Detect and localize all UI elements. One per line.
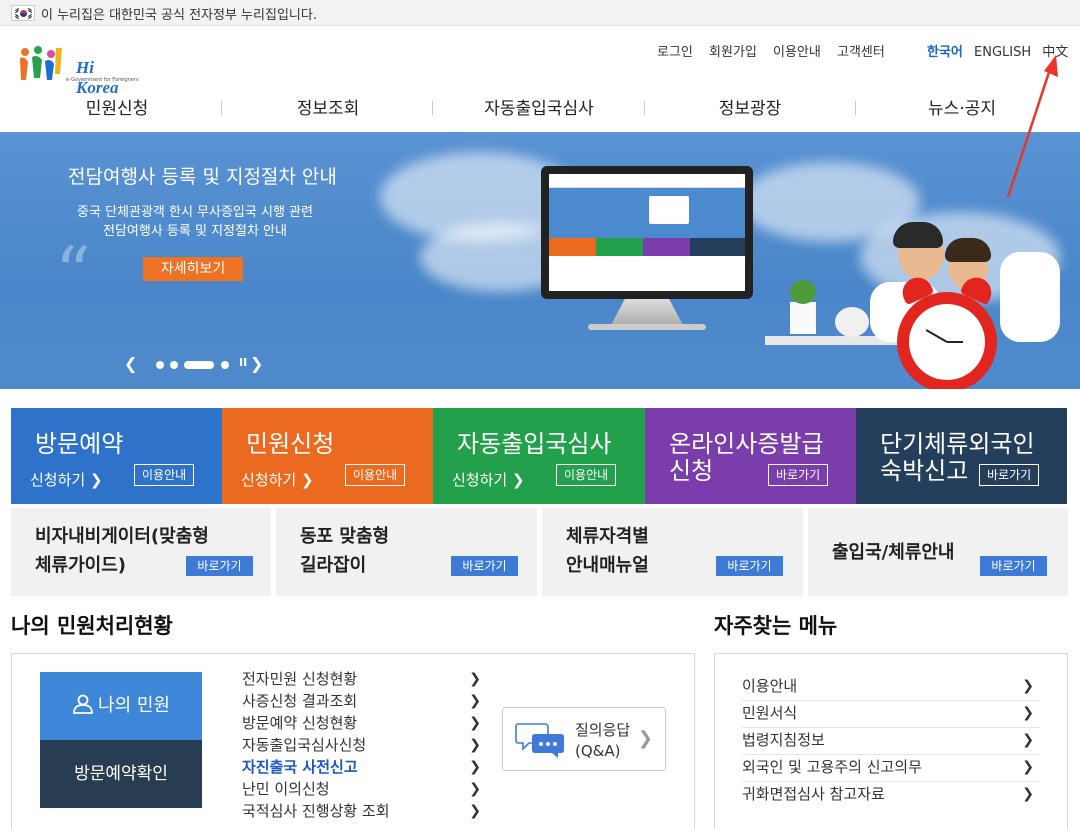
nav-divider <box>432 101 433 115</box>
list-item[interactable]: 국적심사 진행상황 조회 ❯ <box>242 800 487 822</box>
hero-detail-button[interactable]: 자세히보기 <box>143 257 243 281</box>
carousel-dot-active[interactable] <box>184 361 214 369</box>
carousel-pause-icon[interactable]: II <box>239 356 247 369</box>
chevron-right-icon: ❯ <box>469 803 481 819</box>
carousel-next-icon[interactable]: ❯ <box>250 354 263 373</box>
list-item[interactable]: 귀화면접심사 참고자료 ❯ <box>742 782 1040 809</box>
carousel-dot[interactable] <box>156 361 164 369</box>
list-item[interactable]: 전자민원 신청현황 ❯ <box>242 668 487 690</box>
list-item-highlighted[interactable]: 자진출국 사전신고 ❯ <box>242 756 487 778</box>
freq-menu-title: 자주찾는 메뉴 <box>714 614 838 638</box>
my-civil-button[interactable]: 나의 민원 <box>40 672 202 740</box>
guide-link[interactable]: 이용안내 <box>773 45 821 60</box>
utility-nav: 로그인 회원가입 이용안내 고객센터 <box>657 41 897 60</box>
tile-visit-reservation[interactable]: 방문예약 신청하기 ❯ 이용안내 <box>11 408 222 504</box>
freq-menu-list: 이용안내 ❯ 민원서식 ❯ 법령지침정보 ❯ 외국인 및 고용주의 신고의무 ❯ 귀화면… <box>742 674 1040 809</box>
customer-center-link[interactable]: 고객센터 <box>837 45 885 60</box>
chevron-right-icon: ❯ <box>1022 732 1034 748</box>
nav-info-inquiry[interactable]: 정보조회 <box>248 94 408 119</box>
monitor-illustration <box>541 166 753 299</box>
hikorea-logo[interactable]: Hi Korea e-Government for Foreigners <box>16 44 139 97</box>
signup-link[interactable]: 회원가입 <box>709 45 757 60</box>
nav-divider <box>644 101 645 115</box>
carousel-dot[interactable] <box>170 361 178 369</box>
apply-link[interactable]: 신청하기 ❯ <box>452 469 525 490</box>
nav-divider <box>855 101 856 115</box>
list-item[interactable]: 이용안내 ❯ <box>742 674 1040 701</box>
chevron-right-icon: ❯ <box>469 715 481 731</box>
list-item[interactable]: 법령지침정보 ❯ <box>742 728 1040 755</box>
apply-link[interactable]: 신청하기 ❯ <box>30 469 103 490</box>
piggy-bank-illustration <box>835 307 869 337</box>
chevron-right-icon: ❯ <box>1022 705 1034 721</box>
my-civil-list: 전자민원 신청현황 ❯ 사증신청 결과조회 ❯ 방문예약 신청현황 ❯ 자동출입국심사… <box>242 668 487 822</box>
nav-info-plaza[interactable]: 정보광장 <box>670 94 830 119</box>
apply-link[interactable]: 신청하기 ❯ <box>241 469 314 490</box>
tile-online-visa[interactable]: 온라인사증발급 신청 바로가기 <box>645 408 856 504</box>
chevron-right-icon: ❯ <box>469 781 481 797</box>
chevron-right-icon: ❯ <box>469 693 481 709</box>
go-button[interactable]: 바로가기 <box>451 556 518 576</box>
login-link[interactable]: 로그인 <box>657 45 693 60</box>
nav-divider <box>221 101 222 115</box>
go-button[interactable]: 바로가기 <box>716 556 783 576</box>
chevron-right-icon: ❯ <box>637 728 653 749</box>
list-item[interactable]: 사증신청 결과조회 ❯ <box>242 690 487 712</box>
list-item[interactable]: 외국인 및 고용주의 신고의무 ❯ <box>742 755 1040 782</box>
my-civil-status-title: 나의 민원처리현황 <box>11 614 173 638</box>
chevron-right-icon: ❯ <box>1022 759 1034 775</box>
go-button[interactable]: 바로가기 <box>186 556 253 576</box>
list-item[interactable]: 자동출입국심사신청 ❯ <box>242 734 487 756</box>
usage-guide-button[interactable]: 이용안내 <box>345 464 406 486</box>
carousel-controls: ❮ II ❯ <box>124 354 264 374</box>
plant-pot-illustration <box>790 302 816 334</box>
chevron-right-icon: ❯ <box>469 737 481 753</box>
list-item[interactable]: 민원서식 ❯ <box>742 701 1040 728</box>
hero-title: 전담여행사 등록 및 지정절차 안내 <box>68 166 337 188</box>
tile-short-stay-report[interactable]: 단기체류외국인 숙박신고 바로가기 <box>856 408 1067 504</box>
chevron-right-icon: ❯ <box>469 671 481 687</box>
tile-civil-application[interactable]: 민원신청 신청하기 ❯ 이용안내 <box>222 408 433 504</box>
hero-banner: “ 전담여행사 등록 및 지정절차 안내 중국 단체관광객 한시 무사증입국 시… <box>0 132 1080 389</box>
list-item[interactable]: 난민 이의신청 ❯ <box>242 778 487 800</box>
visit-reservation-check-button[interactable]: 방문예약확인 <box>40 740 202 808</box>
quick-immigration-guide[interactable]: 출입국/체류안내 바로가기 <box>808 508 1068 596</box>
gov-banner: 이 누리집은 대한민국 공식 전자정부 누리집입니다. <box>0 0 1080 26</box>
go-button[interactable]: 바로가기 <box>979 464 1040 486</box>
go-button[interactable]: 바로가기 <box>768 464 829 486</box>
chevron-right-icon: ❯ <box>469 759 481 775</box>
quick-visa-navigator[interactable]: 비자내비게이터(맞춤형 체류가이드) 바로가기 <box>11 508 271 596</box>
carousel-prev-icon[interactable]: ❮ <box>124 354 137 373</box>
tile-auto-immigration[interactable]: 자동출입국심사 신청하기 ❯ 이용안내 <box>433 408 645 504</box>
lang-korean[interactable]: 한국어 <box>927 45 963 60</box>
chat-bubble-icon <box>515 723 564 758</box>
list-item[interactable]: 방문예약 신청현황 ❯ <box>242 712 487 734</box>
red-annotation-arrow <box>1006 55 1058 198</box>
quote-mark-icon: “ <box>55 232 91 314</box>
logo-subtitle: e-Government for Foreigners <box>66 77 139 83</box>
nav-auto-immigration[interactable]: 자동출입국심사 <box>459 94 619 119</box>
hero-description: 중국 단체관광객 한시 무사증입국 시행 관련 전담여행사 등록 및 지정절차 … <box>77 205 313 239</box>
alarm-clock-illustration <box>897 272 997 389</box>
quick-status-manual[interactable]: 체류자격별 안내매뉴얼 바로가기 <box>542 508 803 596</box>
korean-flag-icon <box>11 5 35 21</box>
chevron-right-icon: ❯ <box>1022 786 1034 802</box>
nav-civil-application[interactable]: 민원신청 <box>37 94 197 119</box>
quick-compatriot-guide[interactable]: 동포 맞춤형 길라잡이 바로가기 <box>276 508 537 596</box>
usage-guide-button[interactable]: 이용안내 <box>556 464 617 486</box>
user-icon <box>73 694 93 714</box>
usage-guide-button[interactable]: 이용안내 <box>134 464 195 486</box>
gov-banner-text: 이 누리집은 대한민국 공식 전자정부 누리집입니다. <box>41 8 317 23</box>
go-button[interactable]: 바로가기 <box>980 556 1047 576</box>
chevron-right-icon: ❯ <box>1022 678 1034 694</box>
carousel-dot[interactable] <box>221 361 229 369</box>
qa-button[interactable]: 질의응답 (Q&A) ❯ <box>502 707 666 771</box>
main-nav: 민원신청 정보조회 자동출입국심사 정보광장 뉴스·공지 <box>0 94 1080 132</box>
